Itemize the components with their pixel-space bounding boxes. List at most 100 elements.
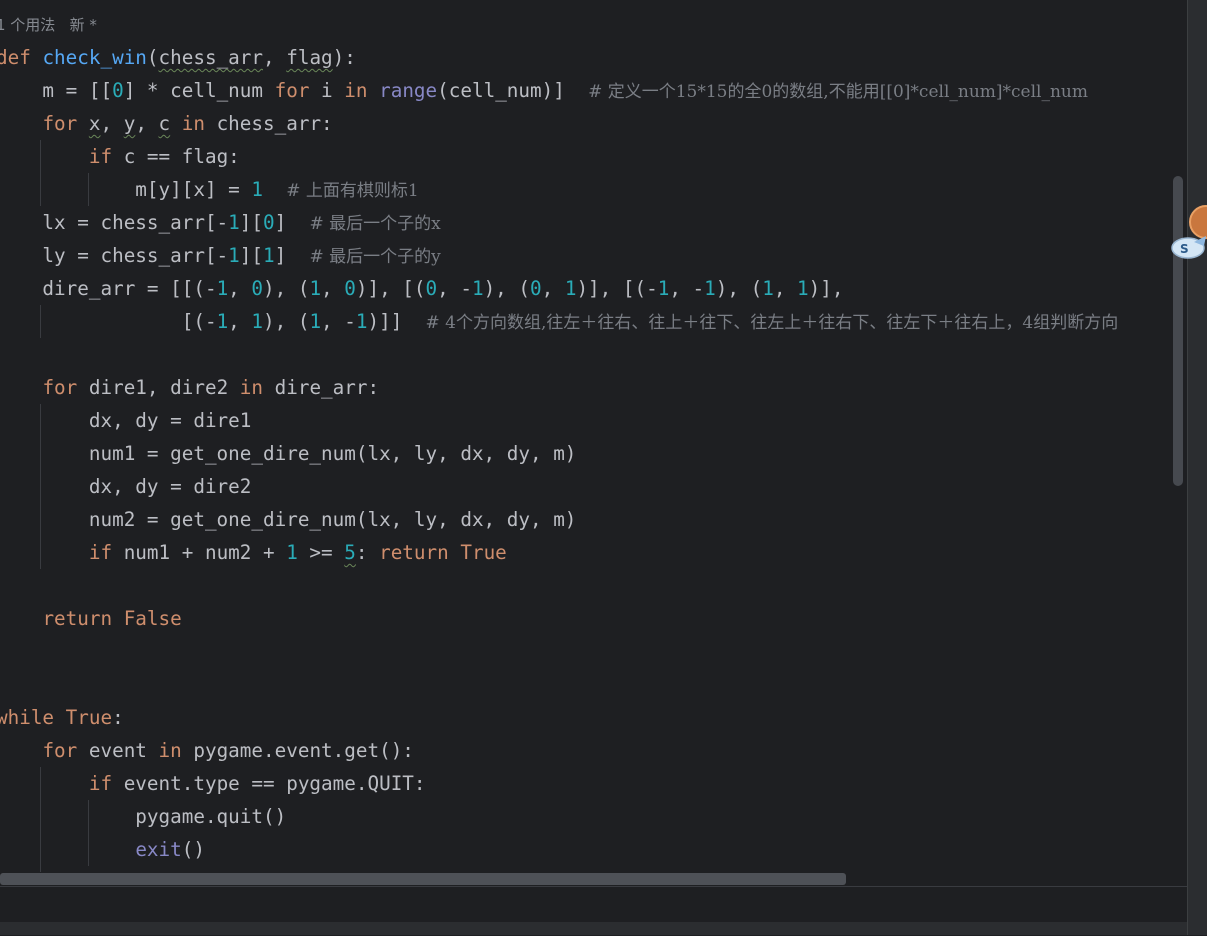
- code-line[interactable]: m = [[0] * cell_num for i in range(cell_…: [0, 74, 1088, 107]
- code-token: ly = chess_arr[-: [0, 244, 229, 267]
- horizontal-scrollbar[interactable]: [0, 873, 846, 885]
- code-line[interactable]: ly = chess_arr[-1][1] # 最后一个子的y: [0, 239, 440, 272]
- code-token: while: [0, 706, 55, 729]
- code-token: 1: [564, 277, 577, 300]
- code-token: ,: [263, 46, 287, 69]
- code-token: x: [88, 112, 101, 135]
- code-token: # 最后一个子的x: [309, 214, 441, 234]
- code-token: chess_arr:: [204, 112, 333, 135]
- code-line[interactable]: exit(): [0, 833, 205, 866]
- code-token: y: [123, 112, 136, 135]
- code-token: )], [(-: [576, 277, 658, 300]
- code-token: # 上面有棋则标1: [286, 181, 419, 201]
- code-token: lx = chess_arr[-: [0, 211, 229, 234]
- code-editor[interactable]: 1 个用法 新 * def check_win(chess_arr, flag)…: [0, 0, 1187, 886]
- usage-hint[interactable]: 1 个用法 新 *: [0, 14, 97, 35]
- code-token: , -: [669, 277, 705, 300]
- code-token: 1: [355, 310, 368, 333]
- code-token: if: [88, 541, 113, 564]
- code-token: 0: [344, 277, 356, 300]
- code-line[interactable]: [(-1, 1), (1, -1)]] # 4个方向数组,往左＋往右、往上＋往下…: [0, 305, 1119, 338]
- code-line[interactable]: dx, dy = dire2: [0, 470, 252, 503]
- code-line[interactable]: dire_arr = [[(-1, 0), (1, 0)], [(0, -1),…: [0, 272, 843, 305]
- code-token: dx, dy = dire1: [0, 409, 252, 432]
- code-line[interactable]: num2 = get_one_dire_num(lx, ly, dx, dy, …: [0, 503, 577, 536]
- code-token: ,: [541, 277, 565, 300]
- code-token: in: [239, 376, 264, 399]
- status-bar[interactable]: [0, 922, 1187, 935]
- code-line[interactable]: for x, y, c in chess_arr:: [0, 107, 333, 140]
- code-token: num1 + num2 +: [112, 541, 287, 564]
- code-line[interactable]: while True:: [0, 701, 124, 734]
- code-token: num2 = get_one_dire_num(lx, ly, dx, dy, …: [0, 508, 577, 531]
- code-token: event.type == pygame.QUIT:: [112, 772, 426, 795]
- code-token: (): [181, 838, 205, 861]
- code-token: , -: [437, 277, 472, 300]
- code-token: 1: [309, 310, 322, 333]
- code-line[interactable]: lx = chess_arr[-1][0] # 最后一个子的x: [0, 206, 441, 239]
- code-token: )]]: [367, 310, 426, 333]
- code-token: in: [181, 112, 205, 135]
- code-token: for: [42, 376, 78, 399]
- code-line[interactable]: for event in pygame.event.get():: [0, 734, 414, 767]
- code-token: dire_arr = [[(-: [0, 277, 217, 300]
- code-token: 1: [263, 244, 275, 267]
- code-token: 1: [216, 277, 229, 300]
- code-token: chess_arr: [158, 46, 264, 69]
- code-token: ), (: [263, 310, 310, 333]
- code-token: , -: [321, 310, 356, 333]
- code-token: 1: [704, 277, 716, 300]
- code-token: pygame.event.get():: [181, 739, 414, 762]
- code-line[interactable]: pygame.quit(): [0, 800, 286, 833]
- code-token: 1: [228, 244, 240, 267]
- code-token: range: [379, 79, 438, 102]
- code-token: if: [88, 145, 113, 168]
- code-token: dire_arr:: [263, 376, 380, 399]
- code-token: 0: [251, 277, 263, 300]
- code-token: in: [158, 739, 182, 762]
- code-line[interactable]: if num1 + num2 + 1 >= 5: return True: [0, 536, 507, 569]
- code-token: (: [146, 46, 159, 69]
- code-token: True: [460, 541, 507, 564]
- code-token: event: [77, 739, 159, 762]
- code-token: dx, dy = dire2: [0, 475, 252, 498]
- mascot-sticker-icon[interactable]: S: [1166, 196, 1207, 266]
- code-line[interactable]: num1 = get_one_dire_num(lx, ly, dx, dy, …: [0, 437, 577, 470]
- code-line[interactable]: dx, dy = dire1: [0, 404, 252, 437]
- code-token: for: [42, 739, 78, 762]
- code-token: ,: [773, 277, 798, 300]
- code-token: [(-: [0, 310, 217, 333]
- code-token: ), (: [715, 277, 763, 300]
- code-line[interactable]: return False: [0, 602, 181, 635]
- code-line[interactable]: m[y][x] = 1 # 上面有棋则标1: [0, 173, 419, 206]
- code-token: :: [112, 706, 124, 729]
- right-side-panel[interactable]: [1187, 0, 1207, 935]
- code-token: in: [344, 79, 368, 102]
- code-token: c: [158, 112, 171, 135]
- code-token: >=: [297, 541, 345, 564]
- code-token: 1: [216, 310, 229, 333]
- code-token: c == flag:: [112, 145, 240, 168]
- code-token: )],: [808, 277, 844, 300]
- code-token: ,: [100, 112, 124, 135]
- code-line[interactable]: for dire1, dire2 in dire_arr:: [0, 371, 379, 404]
- code-line[interactable]: if c == flag:: [0, 140, 240, 173]
- code-token: ] * cell_num: [123, 79, 275, 102]
- code-token: ][: [239, 211, 263, 234]
- code-token: i: [309, 79, 345, 102]
- code-token: ][: [239, 244, 263, 267]
- code-token: for: [274, 79, 310, 102]
- code-line[interactable]: def check_win(chess_arr, flag):: [0, 41, 356, 74]
- code-line[interactable]: if event.type == pygame.QUIT:: [0, 767, 426, 800]
- code-token: ]: [274, 244, 310, 267]
- code-token: 0: [263, 211, 275, 234]
